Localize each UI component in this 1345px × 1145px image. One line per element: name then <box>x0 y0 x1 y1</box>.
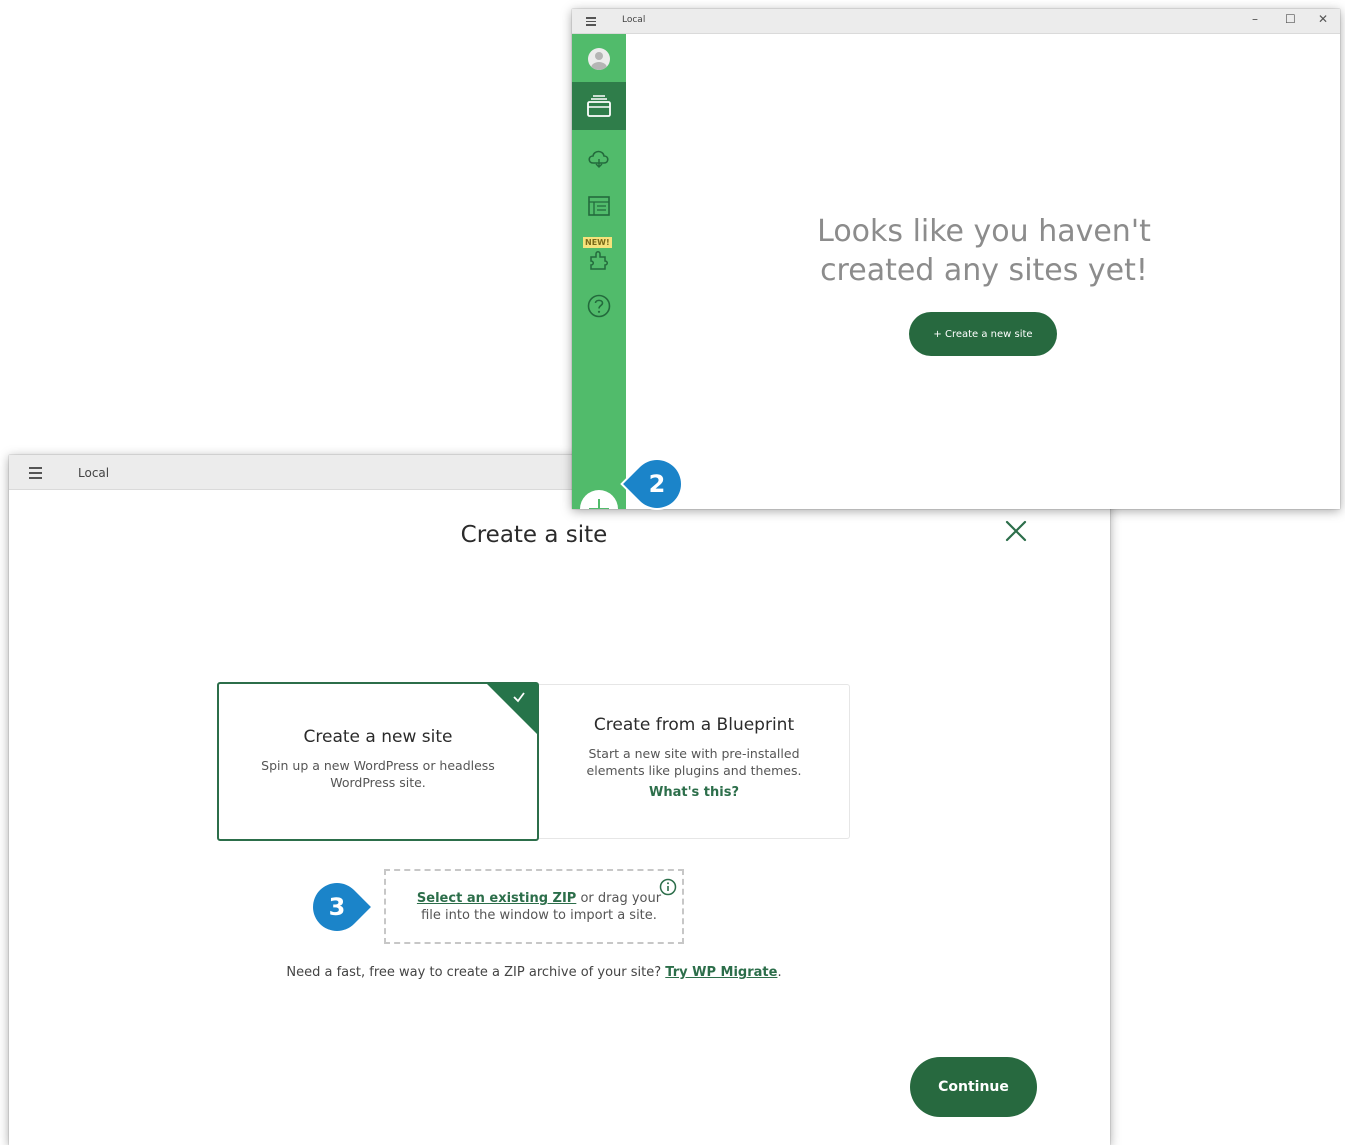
sidebar-item-sites[interactable] <box>572 82 626 130</box>
sidebar-item-addons[interactable] <box>572 242 626 278</box>
create-new-site-button[interactable]: + Create a new site <box>909 312 1057 356</box>
create-site-window: Local Create a site Create a new site Sp… <box>9 455 1110 1145</box>
info-icon[interactable] <box>659 878 677 896</box>
sidebar: NEW! <box>572 34 626 509</box>
migrate-text: Need a fast, free way to create a ZIP ar… <box>286 965 666 980</box>
minimize-button[interactable]: – <box>1252 12 1258 26</box>
step-3-callout: 3 <box>303 873 371 941</box>
modal-title: Create a site <box>460 522 608 548</box>
card-description: Start a new site with pre-installed elem… <box>586 746 802 778</box>
whats-this-link[interactable]: What's this? <box>539 785 849 800</box>
local-window: Local – ☐ ✕ NEW! Looks like you haven't … <box>572 9 1340 509</box>
empty-state-line2: created any sites yet! <box>820 253 1148 288</box>
help-icon <box>587 294 611 318</box>
create-new-site-card[interactable]: Create a new site Spin up a new WordPres… <box>217 682 539 841</box>
cloud-icon <box>588 150 609 168</box>
sites-icon <box>587 95 611 117</box>
wp-migrate-hint: Need a fast, free way to create a ZIP ar… <box>9 965 1059 980</box>
maximize-button[interactable]: ☐ <box>1285 12 1296 26</box>
plus-icon <box>589 499 609 509</box>
close-x-icon[interactable] <box>1004 519 1028 543</box>
hamburger-menu-icon[interactable] <box>29 467 42 482</box>
window-title: Local <box>78 466 110 480</box>
migrate-suffix: . <box>777 965 782 980</box>
titlebar: Local – ☐ ✕ <box>572 9 1340 34</box>
create-from-blueprint-card[interactable]: Create from a Blueprint Start a new site… <box>539 684 850 839</box>
window-title: Local <box>622 15 646 25</box>
step-2-callout: 2 <box>623 450 691 518</box>
avatar-icon <box>588 48 610 70</box>
add-site-button[interactable] <box>580 490 618 509</box>
card-title: Create from a Blueprint <box>593 715 795 735</box>
step-number: 2 <box>648 470 666 498</box>
select-zip-link[interactable]: Select an existing ZIP <box>417 891 576 906</box>
empty-state-line1: Looks like you haven't <box>817 214 1151 249</box>
continue-button[interactable]: Continue <box>910 1057 1037 1117</box>
sidebar-item-blueprints[interactable] <box>572 186 626 226</box>
zip-import-dropzone[interactable]: Select an existing ZIP or drag your file… <box>384 869 684 944</box>
check-icon <box>513 692 525 703</box>
sidebar-item-cloud[interactable] <box>572 138 626 178</box>
sidebar-item-account[interactable] <box>572 44 626 74</box>
addons-icon <box>590 251 608 270</box>
try-wp-migrate-link[interactable]: Try WP Migrate <box>665 965 777 980</box>
zip-import-text: Select an existing ZIP or drag your file… <box>414 890 664 924</box>
step-number: 3 <box>328 893 346 921</box>
empty-state-message: Looks like you haven't created any sites… <box>772 212 1196 290</box>
close-button[interactable]: ✕ <box>1318 12 1328 26</box>
hamburger-menu-icon[interactable] <box>586 17 596 28</box>
card-description: Spin up a new WordPress or headless Word… <box>261 758 495 790</box>
blueprints-icon <box>588 196 610 216</box>
sidebar-item-help[interactable] <box>572 286 626 326</box>
